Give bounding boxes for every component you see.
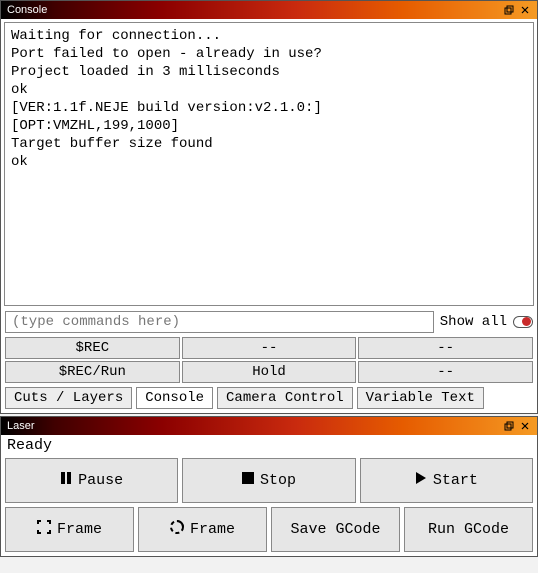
- console-title: Console: [7, 4, 501, 16]
- show-all-label: Show all: [440, 314, 507, 330]
- frame-rect-button[interactable]: Frame: [5, 507, 134, 552]
- macro-button[interactable]: --: [358, 361, 533, 383]
- macro-button[interactable]: --: [358, 337, 533, 359]
- laser-titlebar: Laser: [1, 417, 537, 435]
- tab-cuts-layers[interactable]: Cuts / Layers: [5, 387, 132, 409]
- frame-circle-button[interactable]: Frame: [138, 507, 267, 552]
- laser-row-2: Frame Frame Save GCode Run GCode: [5, 507, 533, 552]
- run-gcode-button[interactable]: Run GCode: [404, 507, 533, 552]
- macro-button[interactable]: $REC: [5, 337, 180, 359]
- frame-circle-label: Frame: [190, 521, 235, 538]
- frame-rect-label: Frame: [57, 521, 102, 538]
- stop-label: Stop: [260, 472, 296, 489]
- macro-grid: $REC -- -- $REC/Run Hold --: [1, 335, 537, 385]
- tab-variable-text[interactable]: Variable Text: [357, 387, 484, 409]
- save-gcode-button[interactable]: Save GCode: [271, 507, 400, 552]
- frame-circle-icon: [170, 520, 184, 539]
- console-command-row: Show all: [1, 309, 537, 335]
- pause-label: Pause: [78, 472, 123, 489]
- undock-icon[interactable]: [501, 419, 517, 433]
- pause-icon: [60, 471, 72, 490]
- frame-rect-icon: [37, 520, 51, 539]
- run-gcode-label: Run GCode: [428, 521, 509, 538]
- start-button[interactable]: Start: [360, 458, 533, 503]
- console-output: Waiting for connection... Port failed to…: [4, 22, 534, 306]
- play-icon: [415, 471, 427, 490]
- start-label: Start: [433, 472, 478, 489]
- stop-button[interactable]: Stop: [182, 458, 355, 503]
- close-icon[interactable]: [517, 419, 533, 433]
- command-input[interactable]: [5, 311, 434, 333]
- undock-icon[interactable]: [501, 3, 517, 17]
- pause-button[interactable]: Pause: [5, 458, 178, 503]
- show-all-toggle[interactable]: [513, 316, 533, 328]
- macro-button[interactable]: --: [182, 337, 357, 359]
- laser-row-1: Pause Stop Start: [5, 458, 533, 503]
- console-log-text: Waiting for connection... Port failed to…: [11, 28, 322, 170]
- save-gcode-label: Save GCode: [290, 521, 380, 538]
- tab-console[interactable]: Console: [136, 387, 213, 409]
- close-icon[interactable]: [517, 3, 533, 17]
- console-titlebar: Console: [1, 1, 537, 19]
- macro-button[interactable]: Hold: [182, 361, 357, 383]
- laser-panel: Laser Ready Pause Stop: [0, 416, 538, 557]
- laser-title: Laser: [7, 420, 501, 432]
- stop-icon: [242, 472, 254, 489]
- tabs-row: Cuts / Layers Console Camera Control Var…: [1, 385, 537, 413]
- console-panel: Console Waiting for connection... Port f…: [0, 0, 538, 414]
- tab-camera-control[interactable]: Camera Control: [217, 387, 353, 409]
- laser-button-grid: Pause Stop Start: [1, 454, 537, 556]
- macro-button[interactable]: $REC/Run: [5, 361, 180, 383]
- laser-status: Ready: [1, 435, 537, 454]
